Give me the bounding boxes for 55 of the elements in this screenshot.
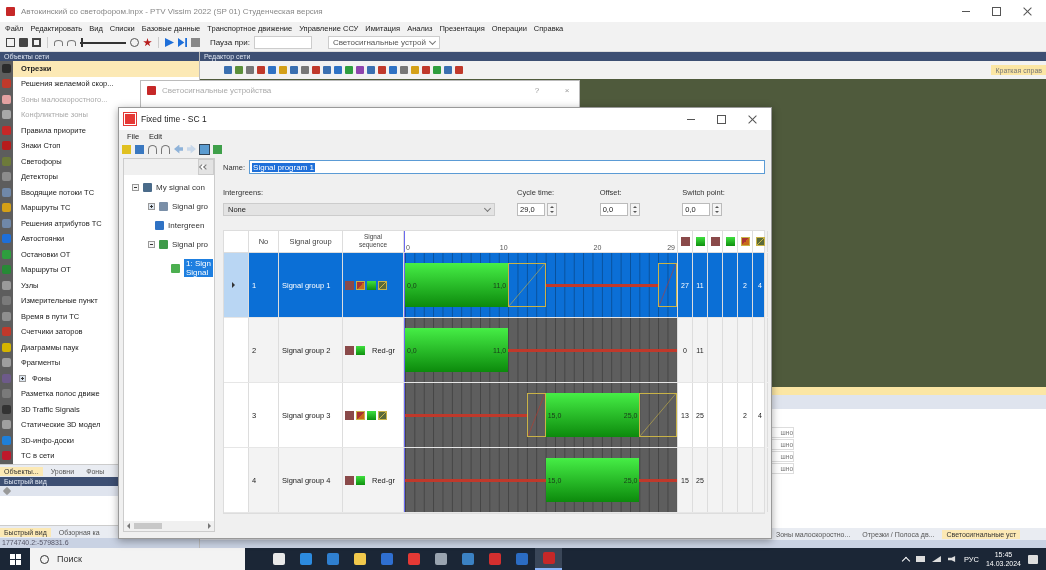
row-header-cell[interactable] (224, 253, 249, 317)
spin-buttons-icon[interactable] (629, 203, 640, 216)
expand-toggle-icon[interactable] (148, 241, 155, 248)
expand-toggle-icon[interactable] (19, 374, 26, 382)
tree-item[interactable]: Intergreen (168, 221, 205, 230)
spin-buttons-icon[interactable] (712, 203, 723, 216)
name-input-field[interactable]: Signal program 1 (249, 160, 765, 174)
collapse-panel-button[interactable] (198, 159, 214, 175)
window-title: Автокинский со светофором.inpx - PTV Vissim 2022 (SP 01) Студенческая версия (21, 6, 323, 16)
pause-input-field[interactable] (253, 36, 312, 49)
app-logo-icon (6, 6, 15, 16)
window-title: Fixed time - SC 1 (141, 114, 207, 124)
speed-slider-track[interactable] (80, 41, 126, 44)
signal-app-icon (124, 113, 136, 125)
tree-node-icon (155, 221, 164, 230)
dialog-title: Светосигнальные устройства (162, 85, 273, 95)
expand-toggle-icon[interactable] (132, 184, 139, 191)
view-dropdown[interactable]: Светосигнальные устрой (327, 36, 440, 49)
app-logo-icon (147, 85, 156, 95)
transition-phase-box (526, 393, 546, 437)
minimize-icon[interactable] (962, 10, 970, 12)
tree-node-icon (159, 202, 168, 211)
tree-item[interactable]: Signal gro (172, 202, 209, 211)
row-header-cell[interactable] (224, 448, 249, 512)
network-icon[interactable] (931, 556, 941, 562)
speed-slider-thumb[interactable] (80, 38, 83, 47)
maximize-icon[interactable] (992, 6, 1001, 16)
spin-buttons-icon[interactable] (547, 203, 558, 216)
new-file-icon[interactable] (6, 38, 15, 47)
expand-toggle-icon[interactable] (148, 203, 155, 210)
undo-icon[interactable] (54, 39, 63, 46)
tree-item[interactable]: 1: Sign Signal (184, 259, 213, 277)
scrollbar-thumb[interactable] (134, 523, 162, 529)
stop-phase-line (639, 479, 677, 482)
scroll-left-icon[interactable] (127, 523, 130, 529)
play-icon[interactable] (165, 38, 174, 47)
speaker-icon[interactable] (947, 556, 957, 562)
notification-icon[interactable] (1028, 554, 1038, 564)
tree-node-icon (143, 183, 152, 192)
minimize-icon[interactable] (687, 118, 695, 120)
tree-item[interactable]: Signal pro (172, 240, 209, 249)
transition-phase-box (658, 263, 677, 307)
search-box[interactable]: Поиск (30, 548, 245, 570)
redo-icon[interactable] (67, 39, 76, 46)
row-header-cell[interactable] (224, 318, 249, 382)
tree-item[interactable]: My signal con (156, 183, 205, 192)
transition-phase-box (639, 393, 677, 437)
step-icon[interactable] (178, 38, 187, 47)
tree-node-icon (171, 263, 180, 273)
row-pointer-icon (232, 282, 235, 288)
tree-node-icon (159, 240, 168, 249)
maximize-icon[interactable] (717, 114, 726, 124)
scroll-right-icon[interactable] (208, 523, 211, 529)
pause-label: Пауза при: (210, 38, 250, 47)
transition-phase-box (508, 263, 546, 307)
